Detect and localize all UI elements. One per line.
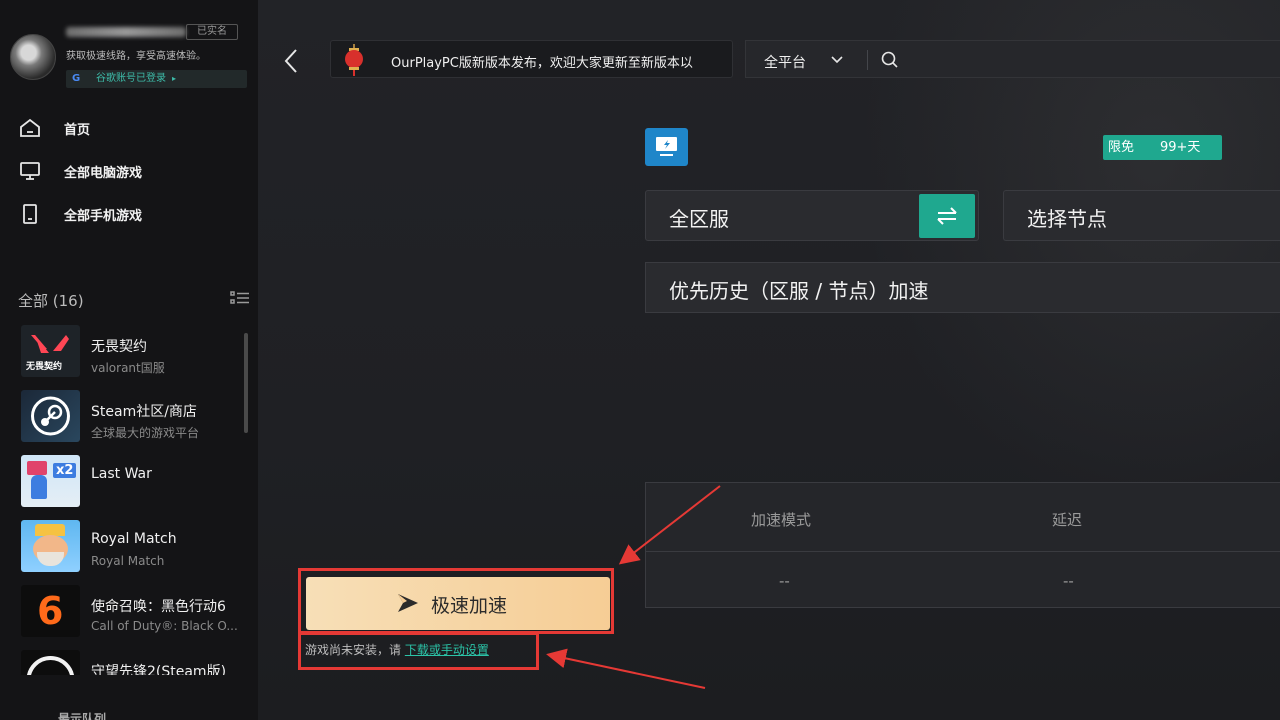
arrow-to-boost — [618, 485, 721, 565]
arrow-to-install — [546, 648, 706, 689]
annotation-arrows — [546, 485, 721, 689]
install-notice: 游戏尚未安装，请 下载或手动设置 — [305, 641, 489, 658]
boost-play-icon — [398, 594, 418, 612]
install-note-text: 游戏尚未安装，请 — [305, 643, 405, 657]
boost-label: 极速加速 — [431, 595, 508, 617]
boost-button[interactable]: 极速加速 — [306, 577, 610, 630]
download-setup-link[interactable]: 下载或手动设置 — [405, 643, 489, 657]
